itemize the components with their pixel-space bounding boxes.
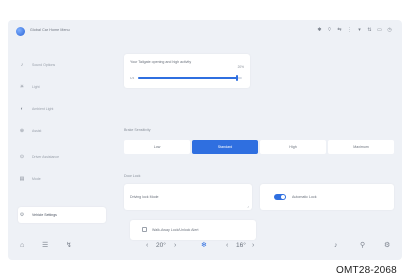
temp-right-up-icon[interactable]: › <box>252 241 254 250</box>
segment-low[interactable]: Low <box>124 140 190 154</box>
slider-min-label: 1/4 <box>130 75 135 80</box>
temp-right-down-icon[interactable]: ‹ <box>226 241 228 250</box>
ambient-icon: ◐ <box>20 106 24 112</box>
brake-sensitivity-label: Brake Sensitivity <box>124 128 151 132</box>
tailgate-card: Your Tailgate opening and high activity … <box>124 54 250 88</box>
temperature-left: 20° <box>156 242 166 249</box>
climate-bar: ⌂ ☰ ↯ ‹ 20° › ❄ ‹ 16° › ♪ ⚲ ⚙ <box>8 232 402 260</box>
music-icon[interactable]: ♪ <box>334 241 338 250</box>
sidebar-item-light[interactable]: ☀ Light <box>18 79 106 95</box>
brake-sensitivity-selector: Low Standard High Maximum <box>124 140 394 154</box>
mode-icon: ▤ <box>19 176 25 182</box>
sidebar-item-label: Mode <box>32 177 41 181</box>
slider-handle[interactable] <box>235 75 238 81</box>
sidebar-item-vehicle-settings[interactable]: ⚙ Vehicle Settings <box>18 207 106 223</box>
temperature-right: 16° <box>236 242 246 249</box>
clock-icon: ◷ <box>387 27 392 33</box>
segment-standard[interactable]: Standard <box>192 140 258 154</box>
tailgate-value: 20% <box>237 65 244 69</box>
settings-icon[interactable]: ⚙ <box>384 241 390 250</box>
toggle-knob <box>281 195 285 199</box>
sidebar-item-assist[interactable]: ⊕ Assist <box>18 123 106 139</box>
sidebar-item-label: Ambient Light <box>32 107 54 111</box>
sidebar-item-ambient-light[interactable]: ◐ Ambient Light <box>18 101 106 117</box>
vehicle-menu-icon[interactable]: ☰ <box>42 241 48 250</box>
tailgate-description: Your Tailgate opening and high activity <box>130 60 192 64</box>
navigation-icon[interactable]: ⚲ <box>360 241 365 250</box>
sidebar-item-driver-assistance[interactable]: ⊙ Driver Assistance <box>18 147 106 167</box>
battery-icon: ▭ <box>377 27 382 33</box>
home-icon[interactable]: ⌂ <box>20 241 24 250</box>
corner-chevron-icon: ⌟ <box>247 203 249 208</box>
segment-high[interactable]: High <box>260 140 326 154</box>
sidebar-item-label: Vehicle Settings <box>32 213 57 217</box>
figure-caption: OMT28-2068 <box>336 265 397 276</box>
sidebar-item-label: Sound Options <box>32 63 56 67</box>
sidebar-item-label: Assist <box>32 129 42 133</box>
settings-content: Your Tailgate opening and high activity … <box>124 54 394 240</box>
sidebar-item-label: Driver Assistance <box>32 155 60 159</box>
tailgate-slider[interactable] <box>138 75 242 81</box>
car-settings-icon: ⚙ <box>19 212 25 218</box>
sidebar-item-sound-options[interactable]: ♪ Sound Options <box>18 57 106 73</box>
usb-icon: ⇆ <box>337 27 342 33</box>
slider-fill <box>138 77 237 79</box>
temp-left-up-icon[interactable]: › <box>174 241 176 250</box>
driving-lock-mode-card[interactable]: Driving lock Mode ⌟ <box>124 184 252 210</box>
car-settings-screen: Global Car Home Menu ✱ ⌔ ⇆ ⋮ ▾ ⇅ ▭ ◷ ♪ S… <box>8 20 402 260</box>
automatic-lock-card: Automatic Lock <box>260 184 394 210</box>
brand-logo-icon <box>16 27 25 36</box>
fan-icon[interactable]: ❄ <box>201 241 207 250</box>
status-icons: ✱ ⌔ ⇆ ⋮ ▾ ⇅ ▭ ◷ <box>317 27 392 33</box>
segment-maximum[interactable]: Maximum <box>328 140 394 154</box>
automatic-lock-label: Automatic Lock <box>292 195 317 199</box>
driving-lock-mode-label: Driving lock Mode <box>130 195 159 199</box>
light-icon: ☀ <box>19 84 25 90</box>
speaker-icon: ♪ <box>20 62 24 68</box>
transfer-icon: ⇅ <box>367 27 372 33</box>
sidebar-item-label: Light <box>32 85 40 89</box>
seat-heat-icon[interactable]: ↯ <box>66 241 72 250</box>
assist-icon: ⊕ <box>19 128 25 134</box>
signal-icon: ⋮ <box>347 27 352 33</box>
door-lock-label: Door Lock <box>124 174 141 178</box>
status-bar: Global Car Home Menu ✱ ⌔ ⇆ ⋮ ▾ ⇅ ▭ ◷ <box>8 20 402 42</box>
bluetooth-icon: ✱ <box>317 27 322 33</box>
app-title: Global Car Home Menu <box>30 28 70 32</box>
steering-icon: ⊙ <box>19 154 25 160</box>
sidebar-item-mode[interactable]: ▤ Mode <box>18 171 106 187</box>
automatic-lock-toggle[interactable] <box>274 194 286 200</box>
temp-left-down-icon[interactable]: ‹ <box>146 241 148 250</box>
wifi-icon: ⌔ <box>327 27 332 33</box>
sidebar: ♪ Sound Options ☀ Light ◐ Ambient Light … <box>12 47 112 233</box>
download-icon: ▾ <box>358 27 361 33</box>
